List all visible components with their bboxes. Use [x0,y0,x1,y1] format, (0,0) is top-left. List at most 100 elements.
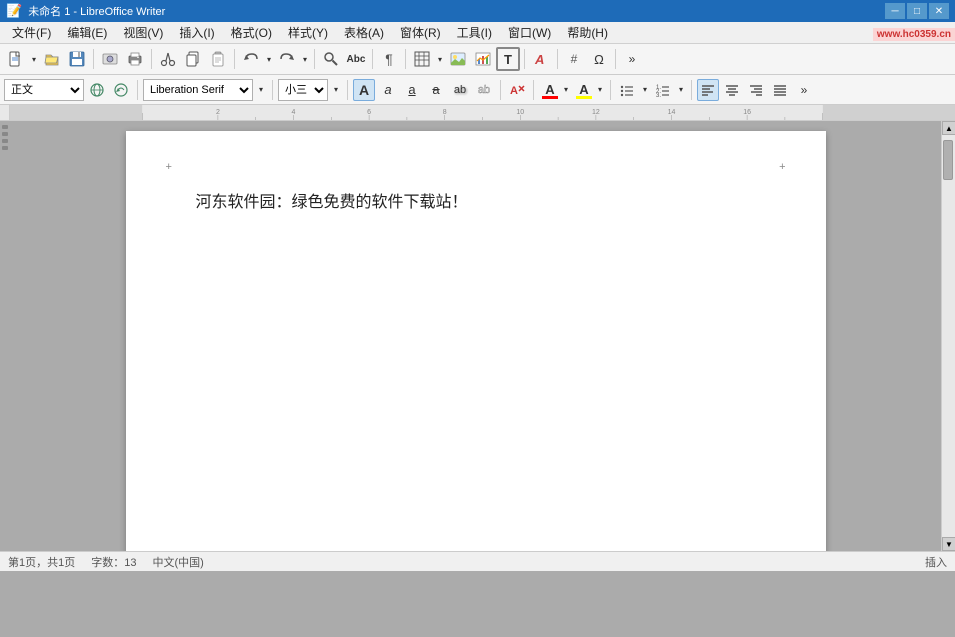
insert-table-button[interactable] [410,47,434,71]
language: 中文(中国) [153,554,204,570]
nonprint-button[interactable]: ¶ [377,47,401,71]
font-color-button[interactable]: A [539,79,561,101]
align-center-button[interactable] [721,79,743,101]
formatting-toolbar: 正文 Liberation Serif ▾ 小三 ▾ A a a a ab ab… [0,75,955,105]
scrollbar-thumb[interactable] [943,140,953,180]
page-count: 第1页，共1页 [8,554,75,570]
paste-button[interactable] [206,47,230,71]
menu-table[interactable]: 表格(A) [336,22,392,43]
font-color-arrow[interactable]: ▾ [561,79,571,101]
minimize-button[interactable]: ─ [885,3,905,19]
outline-button[interactable]: ab [473,79,495,101]
align-right-button[interactable] [745,79,767,101]
font-size-select[interactable]: 小三 [278,79,328,101]
menu-styles[interactable]: 样式(Y) [280,22,336,43]
close-button[interactable]: ✕ [929,3,949,19]
ordered-list-arrow[interactable]: ▾ [676,79,686,101]
highlight-button[interactable]: A [573,79,595,101]
svg-text:10: 10 [516,109,524,116]
svg-text:3.: 3. [656,93,661,98]
insert-field-button[interactable]: # [562,47,586,71]
app-icon: 📝 [6,3,22,19]
new-doc-button[interactable] [4,47,28,71]
ordered-list-button[interactable]: 1.2.3. [652,79,674,101]
table-arrow[interactable]: ▾ [435,47,445,71]
menu-view[interactable]: 视图(V) [115,22,171,43]
scrollbar-track[interactable] [942,135,955,537]
update-style-button[interactable] [110,79,132,101]
paragraph-style-select[interactable]: 正文 [4,79,84,101]
italic-button[interactable]: a [377,79,399,101]
redo-arrow[interactable]: ▾ [300,47,310,71]
redo-button[interactable] [275,47,299,71]
print-button[interactable] [123,47,147,71]
menu-format[interactable]: 格式(O) [223,22,280,43]
undo-arrow[interactable]: ▾ [264,47,274,71]
insert-image-button[interactable] [446,47,470,71]
ruler-svg: 2 4 6 8 10 12 14 16 [10,105,955,120]
page-corner-tr: + [779,161,785,173]
menu-tools[interactable]: 工具(I) [449,22,500,43]
insert-fontwork-button[interactable]: A [529,47,553,71]
underline-button[interactable]: a [401,79,423,101]
svg-text:8: 8 [443,109,447,116]
save-button[interactable] [65,47,89,71]
spellcheck-button[interactable]: Abc [344,47,368,71]
standard-toolbar: ▾ ▾ ▾ [0,44,955,75]
document-page[interactable]: + + 河东软件园：绿色免费的软件下载站！ [126,131,826,551]
align-left-button[interactable] [697,79,719,101]
word-count: 字数：13 [91,554,136,570]
title-bar: 📝 未命名 1 - LibreOffice Writer ─ □ ✕ [0,0,955,22]
svg-text:A: A [510,85,518,97]
find-button[interactable] [319,47,343,71]
ruler: 2 4 6 8 10 12 14 16 [10,105,955,120]
svg-text:16: 16 [743,109,751,116]
svg-text:14: 14 [668,109,676,116]
menu-help[interactable]: 帮助(H) [559,22,616,43]
svg-text:12: 12 [592,109,600,116]
insert-chart-button[interactable] [471,47,495,71]
menu-edit[interactable]: 编辑(E) [59,22,115,43]
unordered-list-button[interactable] [616,79,638,101]
new-doc-arrow[interactable]: ▾ [29,47,39,71]
svg-text:2: 2 [216,109,220,116]
page-corner-tl: + [166,161,172,173]
clear-format-button[interactable]: A [506,79,528,101]
copy-button[interactable] [181,47,205,71]
menu-window[interactable]: 窗口(W) [500,22,559,43]
document-content[interactable]: 河东软件园：绿色免费的软件下载站！ [196,191,766,215]
insert-textbox-button[interactable]: T [496,47,520,71]
save-remote-button[interactable] [98,47,122,71]
style-globe-button[interactable] [86,79,108,101]
bold-button[interactable]: A [353,79,375,101]
insert-mode[interactable]: 插入 [925,554,947,570]
special-char-button[interactable]: Ω [587,47,611,71]
ruler-area: 2 4 6 8 10 12 14 16 [0,105,955,121]
font-name-select[interactable]: Liberation Serif [143,79,253,101]
more-fmt-button[interactable]: » [793,79,815,101]
document-text: 河东软件园：绿色免费的软件下载站！ [196,194,468,211]
maximize-button[interactable]: □ [907,3,927,19]
size-arrow[interactable]: ▾ [330,79,342,101]
document-area[interactable]: + + 河东软件园：绿色免费的软件下载站！ [10,121,941,551]
menu-form[interactable]: 窗体(R) [392,22,449,43]
window-controls: ─ □ ✕ [885,3,949,19]
menu-file[interactable]: 文件(F) [4,22,59,43]
open-button[interactable] [40,47,64,71]
menu-insert[interactable]: 插入(I) [171,22,222,43]
vertical-scrollbar: ▲ ▼ [941,121,955,551]
unordered-list-arrow[interactable]: ▾ [640,79,650,101]
strikethrough-button[interactable]: a [425,79,447,101]
svg-text:6: 6 [367,109,371,116]
undo-button[interactable] [239,47,263,71]
font-arrow[interactable]: ▾ [255,79,267,101]
shadow-button[interactable]: ab [449,79,471,101]
more-button[interactable]: » [620,47,644,71]
justify-button[interactable] [769,79,791,101]
scrollbar-down-button[interactable]: ▼ [942,537,955,551]
cut-button[interactable] [156,47,180,71]
highlight-arrow[interactable]: ▾ [595,79,605,101]
status-bar: 第1页，共1页 字数：13 中文(中国) 插入 [0,551,955,571]
ruler-corner[interactable] [0,105,10,120]
scrollbar-up-button[interactable]: ▲ [942,121,955,135]
